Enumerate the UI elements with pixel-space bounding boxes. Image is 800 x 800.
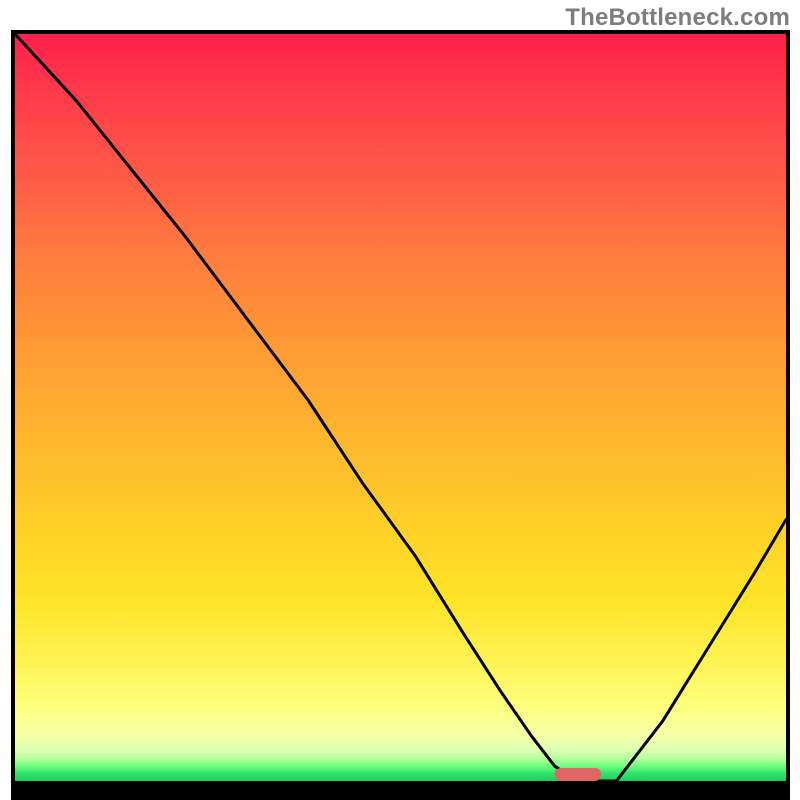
watermark-text: TheBottleneck.com (565, 4, 790, 32)
bottleneck-curve (15, 34, 786, 781)
plot-area (15, 34, 786, 781)
chart-frame (11, 30, 790, 800)
chart-svg (15, 34, 786, 781)
page-root: TheBottleneck.com (0, 0, 800, 800)
chart-border-right (786, 30, 790, 800)
chart-border-bottom (11, 781, 790, 800)
optimum-marker (555, 768, 601, 781)
